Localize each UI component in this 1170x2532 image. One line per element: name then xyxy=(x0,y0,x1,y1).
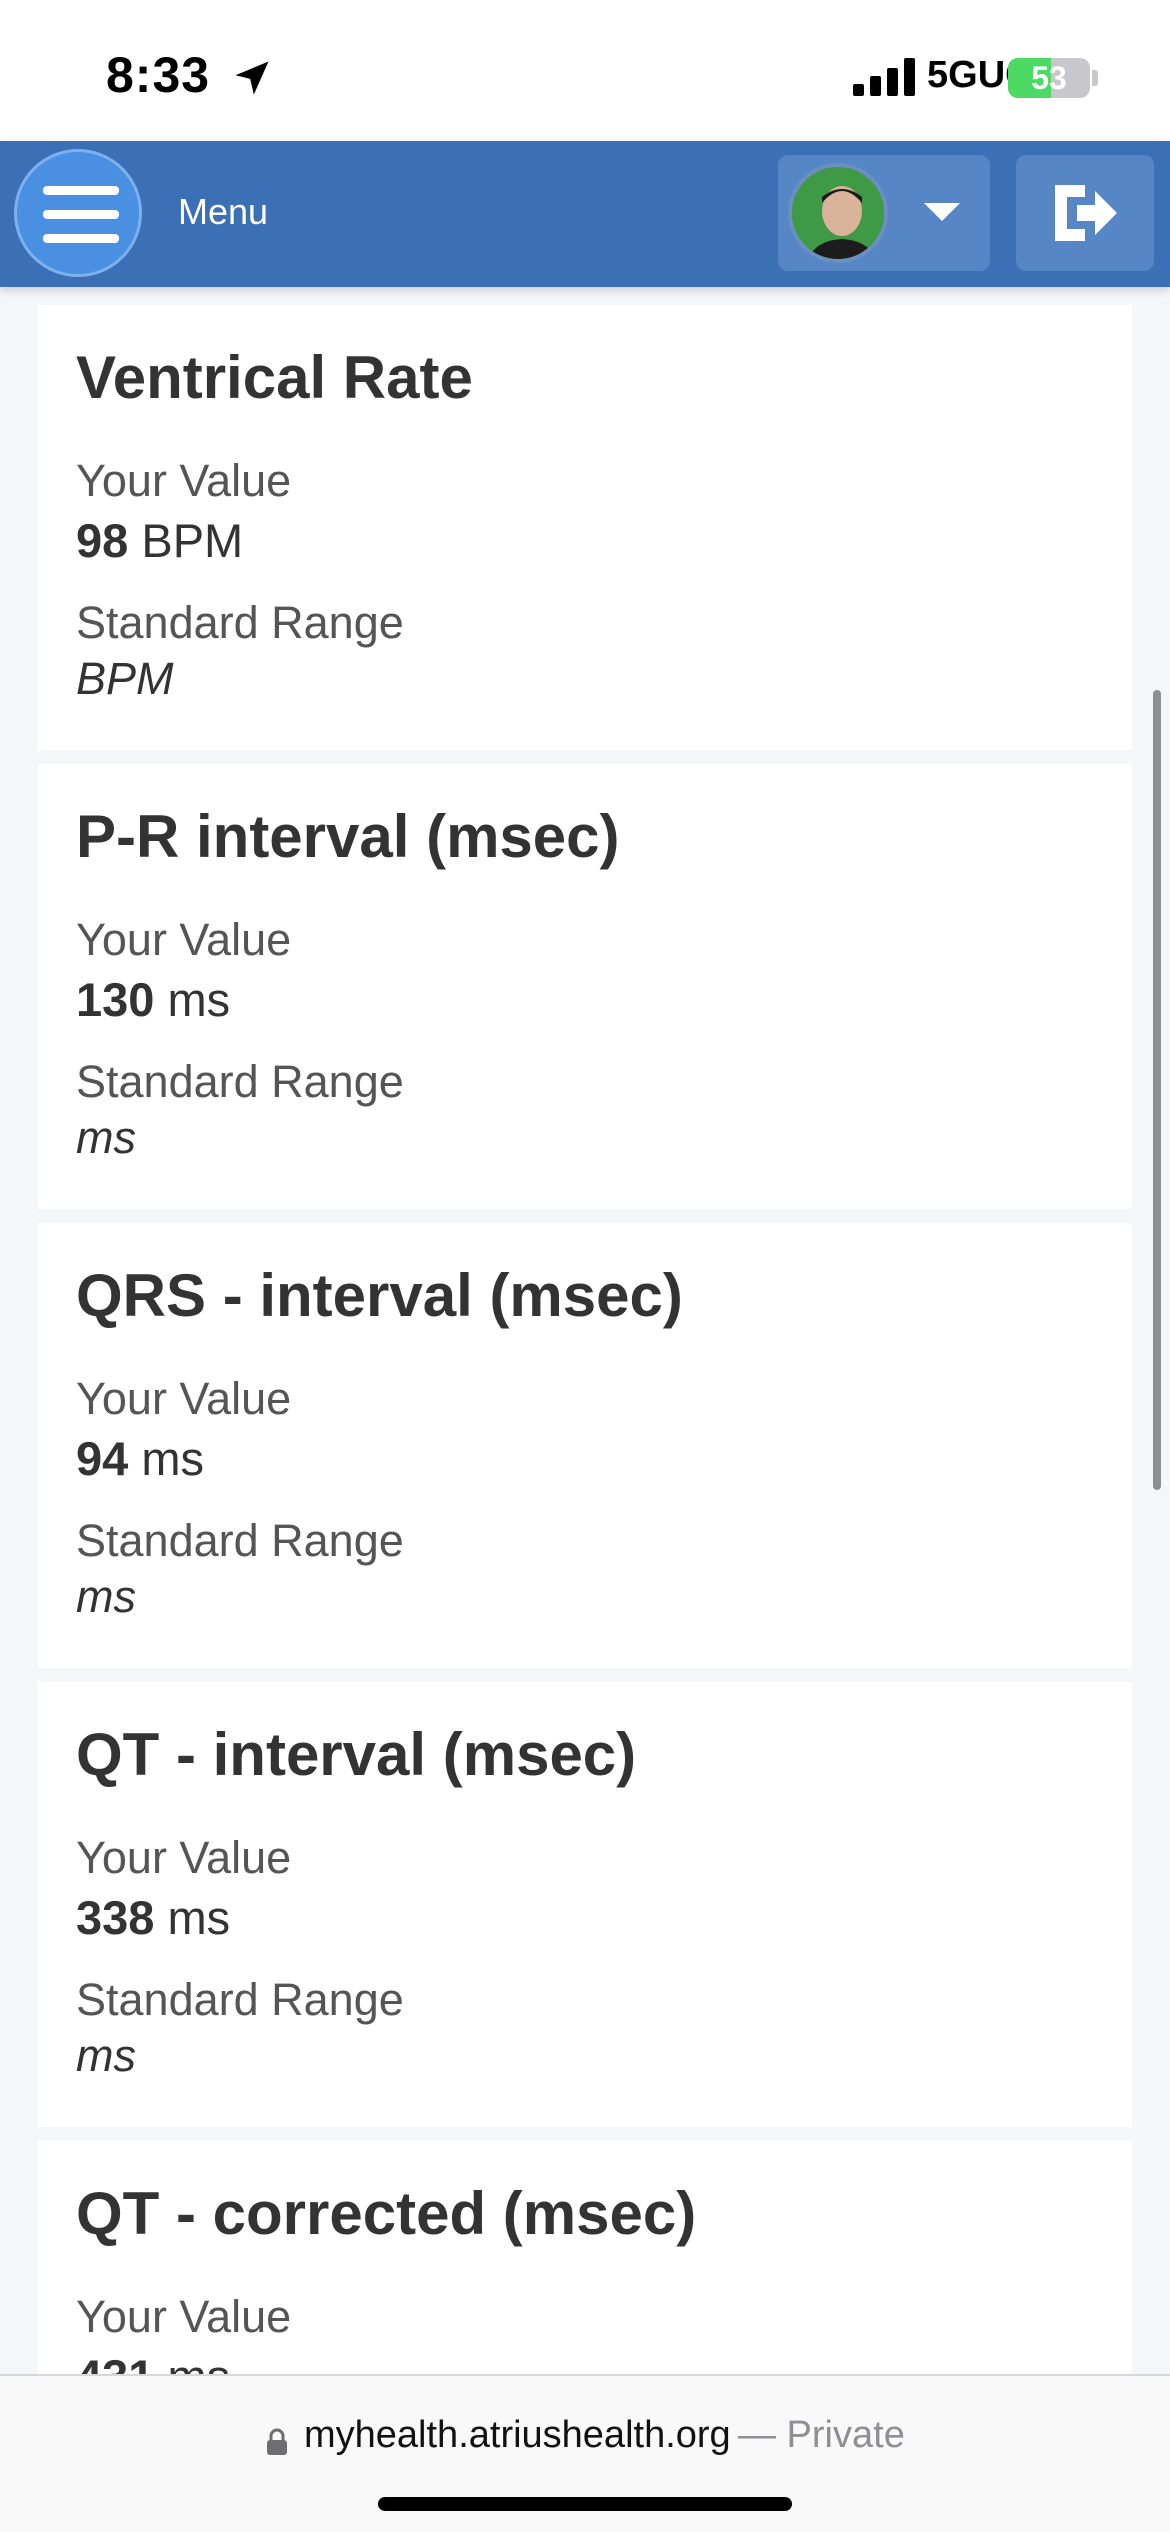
avatar-image xyxy=(792,167,884,259)
status-time: 8:33 xyxy=(106,47,211,103)
your-value-label: Your Value xyxy=(76,1832,292,1883)
location-arrow-icon xyxy=(235,61,269,95)
result-value: 431 ms xyxy=(76,2349,230,2377)
logout-button[interactable] xyxy=(1016,155,1154,271)
standard-range-label: Standard Range xyxy=(76,1515,404,1566)
value-number: 338 xyxy=(76,1891,155,1944)
private-mode-label: — Private xyxy=(738,2414,905,2456)
result-title: Ventrical Rate xyxy=(76,344,473,411)
avatar xyxy=(788,163,888,263)
lock-icon xyxy=(267,2428,287,2455)
standard-range-label: Standard Range xyxy=(76,1056,404,1107)
your-value-label: Your Value xyxy=(76,914,292,965)
battery-charging-icon: 53 xyxy=(1008,58,1090,98)
standard-range-label: Standard Range xyxy=(76,1974,404,2025)
result-title: P-R interval (msec) xyxy=(76,803,620,870)
result-value: 338 ms xyxy=(76,1890,230,1945)
standard-range-value: ms xyxy=(76,1571,136,1622)
standard-range-value: ms xyxy=(76,1112,136,1163)
standard-range-value: ms xyxy=(76,2030,136,2081)
your-value-label: Your Value xyxy=(76,455,292,506)
status-bar: 8:33 5GUC 53 xyxy=(0,0,1170,141)
result-value: 130 ms xyxy=(76,972,230,1027)
value-number: 431 xyxy=(76,2350,155,2377)
app-header: Menu xyxy=(0,141,1170,287)
result-card-pr-interval: P-R interval (msec) Your Value 130 ms St… xyxy=(38,764,1132,1209)
value-number: 130 xyxy=(76,973,155,1026)
result-card-ventrical-rate: Ventrical Rate Your Value 98 BPM Standar… xyxy=(38,305,1132,750)
result-title: QT - corrected (msec) xyxy=(76,2180,697,2247)
menu-label[interactable]: Menu xyxy=(178,191,268,233)
caret-down-icon xyxy=(924,203,960,221)
result-value: 98 BPM xyxy=(76,513,243,568)
scrollbar[interactable] xyxy=(1153,690,1161,1490)
value-unit: ms xyxy=(167,2350,231,2377)
lab-results-list: Ventrical Rate Your Value 98 BPM Standar… xyxy=(0,287,1170,2377)
your-value-label: Your Value xyxy=(76,2291,292,2342)
your-value-label: Your Value xyxy=(76,1373,292,1424)
result-card-qt-interval: QT - interval (msec) Your Value 338 ms S… xyxy=(38,1682,1132,2127)
result-card-qt-corrected: QT - corrected (msec) Your Value 431 ms xyxy=(38,2141,1132,2377)
value-unit: ms xyxy=(167,973,231,1026)
result-title: QT - interval (msec) xyxy=(76,1721,637,1788)
result-card-qrs-interval: QRS - interval (msec) Your Value 94 ms S… xyxy=(38,1223,1132,1668)
battery-level: 53 xyxy=(1031,60,1067,96)
result-title: QRS - interval (msec) xyxy=(76,1262,683,1329)
value-unit: BPM xyxy=(141,514,244,567)
url-text[interactable]: myhealth.atriushealth.org xyxy=(304,2414,731,2457)
browser-address-bar[interactable]: myhealth.atriushealth.org — Private xyxy=(0,2374,1170,2532)
battery-nub xyxy=(1092,70,1098,86)
signal-bars-icon xyxy=(853,58,917,96)
value-number: 98 xyxy=(76,514,129,567)
value-unit: ms xyxy=(141,1432,204,1485)
profile-dropdown-button[interactable] xyxy=(778,155,990,271)
standard-range-label: Standard Range xyxy=(76,597,404,648)
standard-range-value: BPM xyxy=(76,653,174,704)
home-indicator[interactable] xyxy=(378,2497,792,2511)
value-number: 94 xyxy=(76,1432,129,1485)
value-unit: ms xyxy=(167,1891,231,1944)
logout-icon xyxy=(1055,185,1117,241)
menu-button[interactable] xyxy=(14,149,142,277)
result-value: 94 ms xyxy=(76,1431,204,1486)
